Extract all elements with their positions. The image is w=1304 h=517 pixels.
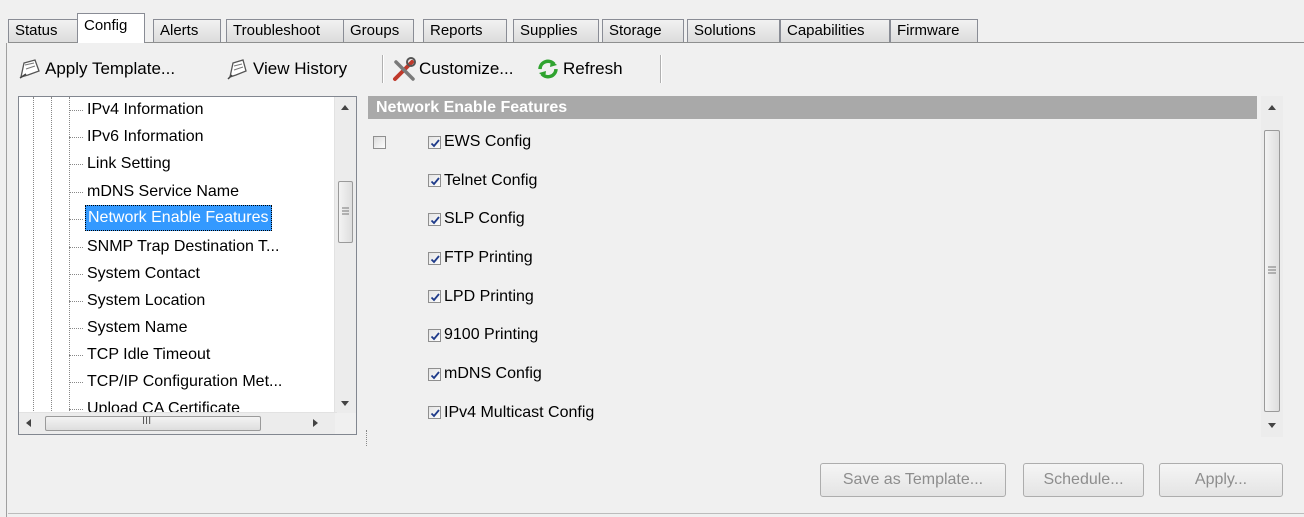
tab-troubleshoot[interactable]: Troubleshoot (226, 19, 344, 42)
features-scroll-down-icon[interactable] (1268, 423, 1276, 428)
9100-printing-checkbox[interactable] (428, 329, 441, 342)
tab-alerts[interactable]: Alerts (153, 19, 221, 42)
features-scroll-thumb[interactable] (1264, 130, 1280, 412)
features-vertical-scrollbar[interactable] (1261, 96, 1283, 437)
ftp-printing-label: FTP Printing (444, 249, 533, 266)
tree-item-link-setting[interactable]: Link Setting (87, 151, 171, 177)
window-left-border (6, 43, 7, 517)
tree-item-system-name[interactable]: System Name (87, 315, 187, 341)
scrollbar-corner (335, 413, 356, 434)
config-tree[interactable]: IPv4 Information IPv6 Information Link S… (18, 96, 357, 435)
tab-storage[interactable]: Storage (602, 19, 684, 42)
toolbar: Apply Template... View History Customize… (8, 47, 1298, 91)
ews-config-label: EWS Config (444, 133, 532, 150)
features-panel (368, 119, 1257, 437)
toolbar-separator (382, 55, 384, 83)
tree-branch (69, 110, 83, 112)
view-history-button[interactable]: View History (226, 53, 347, 85)
slp-config-label: SLP Config (444, 210, 525, 227)
bottom-border (8, 513, 1304, 514)
telnet-config-checkbox[interactable] (428, 174, 441, 187)
apply-template-button[interactable]: Apply Template... (18, 53, 175, 85)
tree-line (33, 97, 35, 415)
tree-branch (69, 301, 83, 303)
tree-branch (69, 382, 83, 384)
tree-vertical-scroll-thumb[interactable] (338, 181, 353, 243)
scroll-down-arrow-icon[interactable] (341, 401, 349, 406)
ipv4-multicast-config-checkbox[interactable] (428, 406, 441, 419)
tab-capabilities[interactable]: Capabilities (780, 19, 890, 42)
apply-template-label: Apply Template... (45, 59, 176, 78)
tab-reports[interactable]: Reports (423, 19, 507, 42)
schedule-button[interactable]: Schedule... (1023, 463, 1144, 497)
view-history-label: View History (253, 59, 348, 78)
tree-branch (69, 247, 83, 249)
tree-branch (69, 164, 83, 166)
tree-line (69, 97, 71, 415)
splitter-handle[interactable] (366, 430, 368, 446)
apply-template-icon (18, 57, 42, 81)
tree-branch (69, 137, 83, 139)
tree-item-snmp-trap-destination[interactable]: SNMP Trap Destination T... (87, 234, 279, 260)
save-as-template-button[interactable]: Save as Template... (820, 463, 1006, 497)
ipv4-multicast-config-label: IPv4 Multicast Config (444, 404, 595, 421)
mdns-config-label: mDNS Config (444, 365, 542, 382)
tree-item-ipv4-information[interactable]: IPv4 Information (87, 97, 204, 123)
ews-config-checkbox[interactable] (428, 136, 441, 149)
tab-groups[interactable]: Groups (343, 19, 414, 42)
tree-branch (69, 355, 83, 357)
customize-label: Customize... (419, 59, 514, 78)
refresh-icon (536, 57, 560, 81)
scroll-right-arrow-icon[interactable] (313, 419, 318, 427)
refresh-label: Refresh (563, 59, 623, 78)
refresh-button[interactable]: Refresh (536, 53, 623, 85)
tree-item-system-contact[interactable]: System Contact (87, 261, 200, 287)
customize-button[interactable]: Customize... (392, 53, 513, 85)
tree-branch (69, 274, 83, 276)
select-all-checkbox[interactable] (373, 136, 386, 149)
tree-item-tcp-idle-timeout[interactable]: TCP Idle Timeout (87, 342, 210, 368)
tab-firmware[interactable]: Firmware (890, 19, 978, 42)
apply-button[interactable]: Apply... (1159, 463, 1283, 497)
tree-line (51, 97, 53, 415)
lpd-printing-label: LPD Printing (444, 288, 534, 305)
tree-branch (69, 328, 83, 330)
tree-vertical-scrollbar[interactable] (334, 97, 356, 415)
tree-item-mdns-service-name[interactable]: mDNS Service Name (87, 179, 239, 205)
toolbar-separator-end (660, 55, 662, 83)
view-history-icon (226, 57, 250, 81)
tree-item-network-enable-features[interactable]: Network Enable Features (85, 205, 272, 231)
scroll-grip-icon: III (142, 415, 152, 427)
scroll-up-arrow-icon[interactable] (341, 105, 349, 110)
tab-strip: Status Config Alerts Troubleshoot Groups… (8, 13, 1304, 43)
tree-branch (69, 219, 83, 221)
features-scroll-up-icon[interactable] (1268, 105, 1276, 110)
mdns-config-checkbox[interactable] (428, 368, 441, 381)
tree-item-tcpip-configuration[interactable]: TCP/IP Configuration Met... (87, 369, 282, 395)
lpd-printing-checkbox[interactable] (428, 290, 441, 303)
tree-branch (69, 192, 83, 194)
tree-item-ipv6-information[interactable]: IPv6 Information (87, 124, 204, 150)
features-header: Network Enable Features (368, 96, 1257, 119)
scroll-left-arrow-icon[interactable] (26, 419, 31, 427)
customize-tools-icon (392, 57, 416, 81)
slp-config-checkbox[interactable] (428, 213, 441, 226)
tree-branch (69, 409, 83, 411)
9100-printing-label: 9100 Printing (444, 326, 539, 343)
tab-solutions[interactable]: Solutions (687, 19, 780, 42)
tab-status[interactable]: Status (8, 19, 78, 42)
telnet-config-label: Telnet Config (444, 172, 538, 189)
tab-config[interactable]: Config (77, 13, 145, 43)
tree-horizontal-scrollbar[interactable]: III (19, 412, 337, 434)
tree-horizontal-scroll-thumb[interactable]: III (45, 415, 261, 431)
tree-item-system-location[interactable]: System Location (87, 288, 205, 314)
tab-supplies[interactable]: Supplies (513, 19, 599, 42)
ftp-printing-checkbox[interactable] (428, 252, 441, 265)
